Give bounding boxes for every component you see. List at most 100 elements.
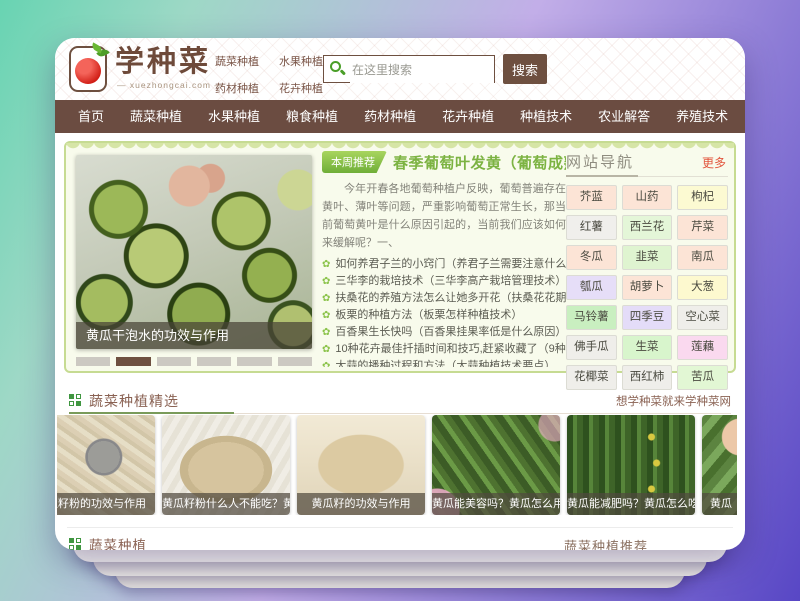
page-card: 学种菜 — xuezhongcai.com — 蔬菜种植 水果种植 药材种植 花… xyxy=(55,38,745,550)
site-subtitle: — xuezhongcai.com — xyxy=(117,80,224,90)
tag-xihongshi[interactable]: 西红柿 xyxy=(622,365,673,390)
pager-dot[interactable] xyxy=(278,357,312,366)
tag-gouqi[interactable]: 枸杞 xyxy=(677,185,728,210)
more-link[interactable]: 更多 xyxy=(702,154,726,171)
search-button[interactable]: 搜索 xyxy=(503,54,547,84)
article-link[interactable]: ✿大蒜的播种过程和方法（大蒜种植技术要点） xyxy=(322,358,566,367)
tag-huayecai[interactable]: 花椰菜 xyxy=(566,365,617,390)
quick-link-vegetable[interactable]: 蔬菜种植 xyxy=(215,53,279,69)
bottom-divider xyxy=(67,527,733,528)
nav-item-grain[interactable]: 粮食种植 xyxy=(273,100,351,133)
tag-jielan[interactable]: 芥蓝 xyxy=(566,185,617,210)
tag-kongxincai[interactable]: 空心菜 xyxy=(677,305,728,330)
carousel-pager xyxy=(76,357,312,366)
select-section-tagline: 想学种菜就来学种菜网 xyxy=(616,393,731,409)
featured-excerpt: 今年开春各地葡萄种植户反映，葡萄普遍存在黄叶、薄叶等问题，严重影响葡萄正常生长，… xyxy=(322,180,566,252)
card-caption: 黄瓜籽粉什么人不能吃？黄 xyxy=(162,493,290,515)
weekly-badge: 本周推荐 xyxy=(322,151,387,173)
article-link[interactable]: ✿ 三华李的栽培技术（三华李高产栽培管理技术） xyxy=(322,273,566,290)
tag-qincai[interactable]: 芹菜 xyxy=(677,215,728,240)
tag-hugua[interactable]: 瓠瓜 xyxy=(566,275,617,300)
flower-bullet-icon: ✿ xyxy=(322,259,330,270)
site-logo[interactable] xyxy=(69,46,107,92)
vegetable-card[interactable]: 黄瓜能减肥吗？黄瓜怎么吃 xyxy=(567,415,695,515)
featured-panel: 黄瓜干泡水的功效与作用 本周推荐 春季葡萄叶发黄（葡萄成熟期 今年开春各地葡萄种… xyxy=(64,141,736,373)
grid-icon xyxy=(69,538,82,551)
carousel-track: 黄瓜籽粉的功效与作用 黄瓜籽粉什么人不能吃？黄 黄瓜籽的功效与作用 黄瓜能美容吗… xyxy=(57,415,737,515)
article-link[interactable]: ✿ 扶桑花的养殖方法怎么让她多开花（扶桑花花期怎么 xyxy=(322,290,566,307)
bottom-right-section-title: 蔬菜种植推荐 xyxy=(564,536,648,550)
vegetable-card[interactable]: 黄瓜 xyxy=(702,415,737,515)
nav-item-herb[interactable]: 药材种植 xyxy=(351,100,429,133)
featured-image[interactable]: 黄瓜干泡水的功效与作用 xyxy=(76,155,312,349)
nav-item-breeding[interactable]: 养殖技术 xyxy=(663,100,741,133)
vegetable-tag-grid: 芥蓝 山药 枸杞 红薯 西兰花 芹菜 冬瓜 韭菜 南瓜 瓠瓜 胡萝卜 大葱 马铃… xyxy=(566,185,728,390)
bottom-left-section-header: 蔬菜种植 xyxy=(69,534,147,550)
tag-huluobo[interactable]: 胡萝卜 xyxy=(622,275,673,300)
article-link-label: 板栗的种植方法（板栗怎样种植技术） xyxy=(335,309,522,321)
tag-lianou[interactable]: 莲藕 xyxy=(677,335,728,360)
tag-shengcai[interactable]: 生菜 xyxy=(622,335,673,360)
site-title: 学种菜 xyxy=(115,47,211,77)
nav-item-fruit[interactable]: 水果种植 xyxy=(195,100,273,133)
card-caption: 黄瓜能减肥吗？黄瓜怎么吃 xyxy=(567,493,695,515)
search-input-wrap xyxy=(323,55,495,83)
tag-sijidou[interactable]: 四季豆 xyxy=(622,305,673,330)
search-input[interactable] xyxy=(350,57,494,83)
tag-jiucai[interactable]: 韭菜 xyxy=(622,245,673,270)
select-section-title: 蔬菜种植精选 xyxy=(89,391,179,411)
flower-bullet-icon: ✿ xyxy=(322,344,330,355)
article-column: 本周推荐 春季葡萄叶发黄（葡萄成熟期 今年开春各地葡萄种植户反映，葡萄普遍存在黄… xyxy=(322,151,566,367)
pager-dot[interactable] xyxy=(157,357,191,366)
featured-title: 春季葡萄叶发黄（葡萄成熟期 xyxy=(393,152,566,173)
pager-dot[interactable] xyxy=(76,357,110,366)
article-link[interactable]: ✿ 板栗的种植方法（板栗怎样种植技术） xyxy=(322,307,566,324)
nav-item-qa[interactable]: 农业解答 xyxy=(585,100,663,133)
article-link-label: 如何养君子兰的小窍门（养君子兰需要注意什么） xyxy=(335,258,566,270)
site-nav-sidebar: 网站导航 更多 芥蓝 山药 枸杞 红薯 西兰花 芹菜 冬瓜 韭菜 南瓜 瓠瓜 胡… xyxy=(566,151,728,390)
article-list: ✿ 如何养君子兰的小窍门（养君子兰需要注意什么） ✿ 三华李的栽培技术（三华李高产栽… xyxy=(322,256,566,367)
pager-dot-active[interactable] xyxy=(116,357,150,366)
flower-bullet-icon: ✿ xyxy=(322,327,330,338)
article-link[interactable]: ✿ 10种花卉最佳扦插时间和技巧,赶紧收藏了（9种花卉 xyxy=(322,341,566,358)
flower-bullet-icon: ✿ xyxy=(322,293,330,304)
apple-icon xyxy=(75,58,101,84)
quick-link-herb[interactable]: 药材种植 xyxy=(215,80,279,96)
flower-bullet-icon: ✿ xyxy=(322,276,330,287)
card-caption: 黄瓜 xyxy=(702,493,737,515)
article-link-label: 大蒜的播种过程和方法（大蒜种植技术要点） xyxy=(335,360,555,367)
article-link[interactable]: ✿百香果生长快吗（百香果挂果率低是什么原因） xyxy=(322,324,566,341)
flower-bullet-icon: ✿ xyxy=(322,310,330,321)
tag-xilanhua[interactable]: 西兰花 xyxy=(622,215,673,240)
vegetable-card[interactable]: 黄瓜籽粉的功效与作用 xyxy=(57,415,155,515)
tag-shanyao[interactable]: 山药 xyxy=(622,185,673,210)
vegetable-card[interactable]: 黄瓜籽粉什么人不能吃？黄 xyxy=(162,415,290,515)
card-carousel: 黄瓜籽粉的功效与作用 黄瓜籽粉什么人不能吃？黄 黄瓜籽的功效与作用 黄瓜能美容吗… xyxy=(57,415,737,515)
nav-item-flower[interactable]: 花卉种植 xyxy=(429,100,507,133)
card-caption: 黄瓜籽粉的功效与作用 xyxy=(57,493,155,515)
featured-headline[interactable]: 本周推荐 春季葡萄叶发黄（葡萄成熟期 xyxy=(322,151,566,173)
tag-dacong[interactable]: 大葱 xyxy=(677,275,728,300)
select-section-header: 蔬菜种植精选 想学种菜就来学种菜网 xyxy=(69,388,731,414)
article-link-label: 10种花卉最佳扦插时间和技巧,赶紧收藏了（9种花卉 xyxy=(335,343,566,355)
article-link-label: 扶桑花的养殖方法怎么让她多开花（扶桑花花期怎么 xyxy=(335,292,566,304)
article-link[interactable]: ✿ 如何养君子兰的小窍门（养君子兰需要注意什么） xyxy=(322,256,566,273)
tag-kugua[interactable]: 苦瓜 xyxy=(677,365,728,390)
nav-item-vegetable[interactable]: 蔬菜种植 xyxy=(117,100,195,133)
vegetable-card[interactable]: 黄瓜籽的功效与作用 xyxy=(297,415,425,515)
bottom-left-title: 蔬菜种植 xyxy=(89,534,147,550)
tag-hongshu[interactable]: 红薯 xyxy=(566,215,617,240)
tag-foshougua[interactable]: 佛手瓜 xyxy=(566,335,617,360)
article-link-label: 三华李的栽培技术（三华李高产栽培管理技术） xyxy=(335,275,566,287)
nav-item-home[interactable]: 首页 xyxy=(65,100,117,133)
tag-donggua[interactable]: 冬瓜 xyxy=(566,245,617,270)
pager-dot[interactable] xyxy=(237,357,271,366)
pager-dot[interactable] xyxy=(197,357,231,366)
sidebar-title: 网站导航 xyxy=(566,154,634,171)
vegetable-card[interactable]: 黄瓜能美容吗？黄瓜怎么用 xyxy=(432,415,560,515)
tag-malingshu[interactable]: 马铃薯 xyxy=(566,305,617,330)
sidebar-header: 网站导航 更多 xyxy=(566,151,728,173)
nav-item-tech[interactable]: 种植技术 xyxy=(507,100,585,133)
tag-nangua[interactable]: 南瓜 xyxy=(677,245,728,270)
card-caption: 黄瓜能美容吗？黄瓜怎么用 xyxy=(432,493,560,515)
